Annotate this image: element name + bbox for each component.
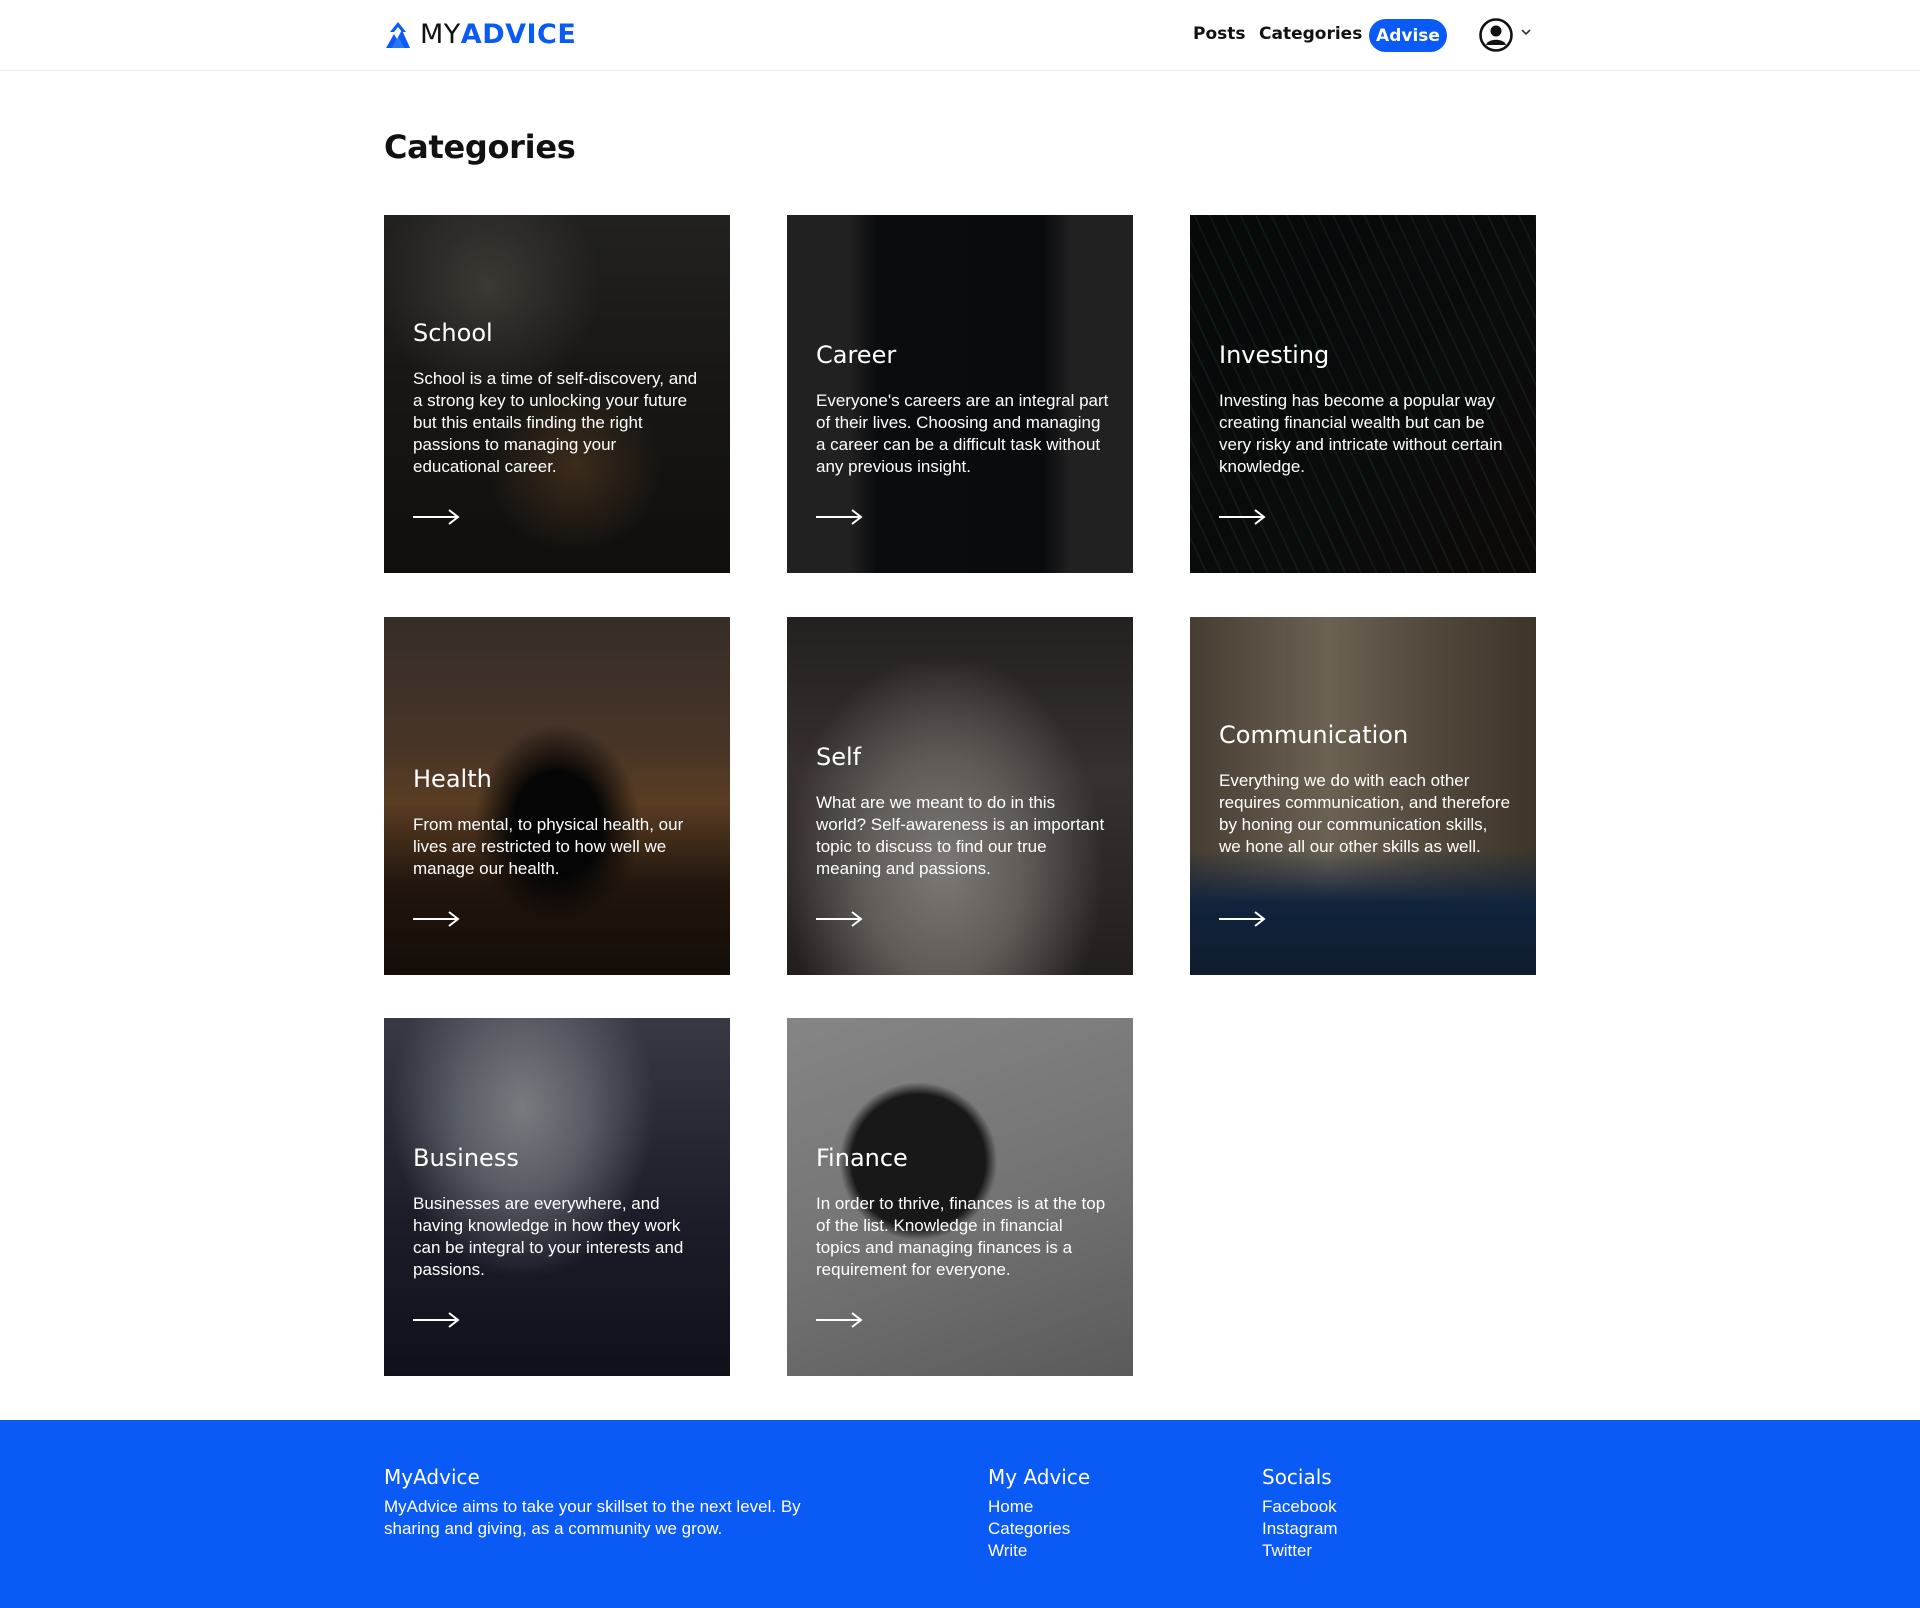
category-card-business[interactable]: Business Businesses are everywhere, and … xyxy=(384,1018,730,1376)
footer-about-heading: MyAdvice xyxy=(384,1465,480,1489)
category-card-communication[interactable]: Communication Everything we do with each… xyxy=(1190,617,1536,975)
footer-link-twitter[interactable]: Twitter xyxy=(1262,1540,1338,1562)
category-title: Finance xyxy=(816,1144,908,1172)
category-description: Businesses are everywhere, and having kn… xyxy=(413,1194,684,1279)
footer-socials: Socials Facebook Instagram Twitter xyxy=(1262,1464,1338,1562)
arrow-right-icon[interactable] xyxy=(816,507,864,527)
category-title: Health xyxy=(413,765,492,793)
category-card-career[interactable]: Career Everyone's careers are an integra… xyxy=(787,215,1133,573)
category-title: Career xyxy=(816,341,897,369)
user-menu-toggle[interactable] xyxy=(1478,17,1532,53)
footer-link-instagram[interactable]: Instagram xyxy=(1262,1518,1338,1540)
category-title: School xyxy=(413,319,493,347)
nav-categories-link[interactable]: Categories xyxy=(1259,24,1362,44)
category-description: Everything we do with each other require… xyxy=(1219,771,1511,856)
category-description: In order to thrive, finances is at the t… xyxy=(816,1194,1106,1279)
footer-link-categories[interactable]: Categories xyxy=(988,1518,1090,1540)
footer-link-facebook[interactable]: Facebook xyxy=(1262,1496,1338,1518)
category-title: Investing xyxy=(1219,341,1330,369)
footer-link-home[interactable]: Home xyxy=(988,1496,1090,1518)
category-description: From mental, to physical health, our liv… xyxy=(413,815,684,878)
brand-name: MYADVICE xyxy=(420,19,576,51)
advise-button[interactable]: Advise xyxy=(1369,19,1447,52)
arrow-right-icon[interactable] xyxy=(413,507,461,527)
brand-name-suffix: ADVICE xyxy=(460,19,577,50)
footer-socials-heading: Socials xyxy=(1262,1465,1332,1489)
arrow-right-icon[interactable] xyxy=(1219,507,1267,527)
arrow-right-icon[interactable] xyxy=(816,1310,864,1330)
category-card-finance[interactable]: Finance In order to thrive, finances is … xyxy=(787,1018,1133,1376)
category-card-school[interactable]: School School is a time of self-discover… xyxy=(384,215,730,573)
category-card-investing[interactable]: Investing Investing has become a popular… xyxy=(1190,215,1536,573)
category-description: Everyone's careers are an integral part … xyxy=(816,391,1109,476)
category-title: Self xyxy=(816,743,862,771)
user-circle-icon xyxy=(1479,18,1513,52)
arrow-right-icon[interactable] xyxy=(413,1310,461,1330)
footer-link-write[interactable]: Write xyxy=(988,1540,1090,1562)
arrow-right-icon[interactable] xyxy=(1219,909,1267,929)
footer-site-links: My Advice Home Categories Write xyxy=(988,1464,1090,1562)
footer-about-text: MyAdvice aims to take your skillset to t… xyxy=(384,1497,801,1538)
chevron-down-icon xyxy=(1521,29,1531,36)
site-header: MYADVICE Posts Categories Advise xyxy=(0,0,1920,71)
brand-name-prefix: MY xyxy=(420,19,461,50)
page-title: Categories xyxy=(384,128,576,166)
category-description: Investing has become a popular way creat… xyxy=(1219,391,1503,476)
arrow-right-icon[interactable] xyxy=(816,909,864,929)
arrow-right-icon[interactable] xyxy=(413,909,461,929)
footer-about: MyAdvice MyAdvice aims to take your skil… xyxy=(384,1464,834,1540)
category-card-health[interactable]: Health From mental, to physical health, … xyxy=(384,617,730,975)
site-footer: MyAdvice MyAdvice aims to take your skil… xyxy=(0,1420,1920,1608)
nav-posts-link[interactable]: Posts xyxy=(1193,24,1246,44)
category-title: Communication xyxy=(1219,721,1409,749)
category-description: What are we meant to do in this world? S… xyxy=(816,793,1105,878)
myadvice-logo-icon xyxy=(386,22,410,48)
category-card-self[interactable]: Self What are we meant to do in this wor… xyxy=(787,617,1133,975)
brand-logo[interactable]: MYADVICE xyxy=(384,19,576,51)
category-title: Business xyxy=(413,1144,519,1172)
footer-site-heading: My Advice xyxy=(988,1465,1091,1489)
category-description: School is a time of self-discovery, and … xyxy=(413,369,698,476)
